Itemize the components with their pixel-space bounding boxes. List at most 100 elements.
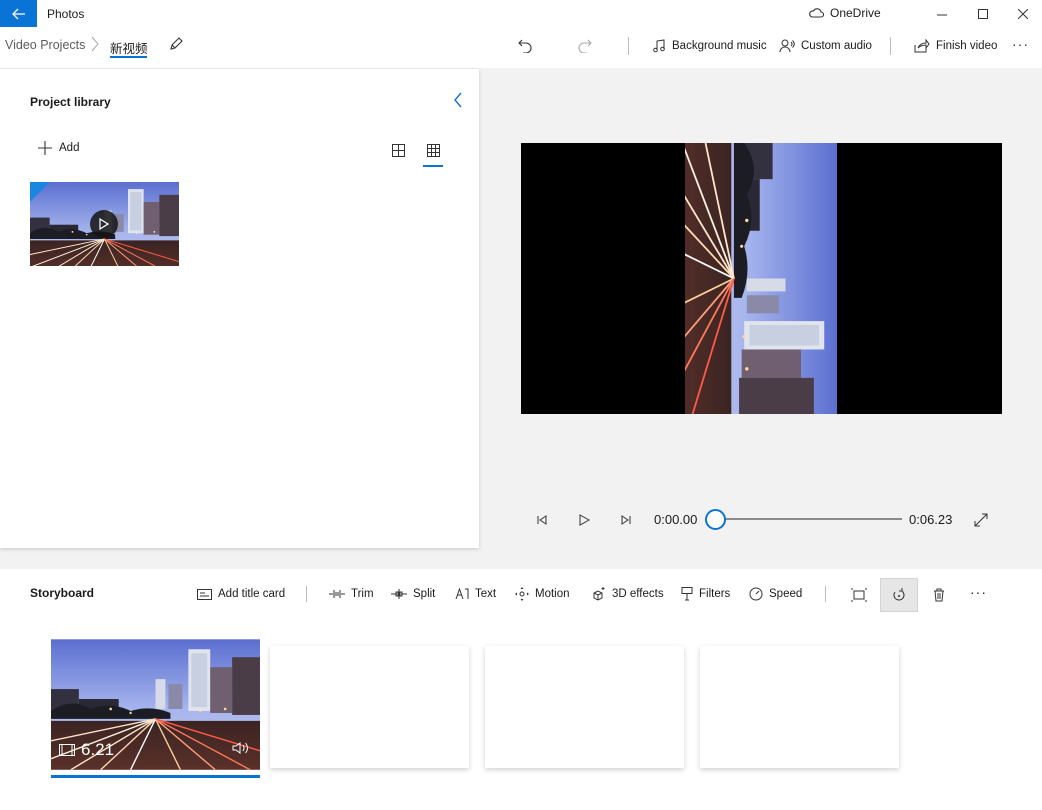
breadcrumb-video-projects[interactable]: Video Projects [5,38,85,52]
rename-button[interactable] [168,36,184,55]
minimize-icon [937,14,947,16]
custom-audio-label: Custom audio [801,40,872,52]
filters-button[interactable]: Filters [681,585,730,603]
close-button[interactable] [1003,0,1042,28]
clip-duration: 6.21 [81,740,115,759]
filter-icon [681,587,693,601]
breadcrumb-current-project[interactable]: 新视频 [110,38,148,57]
onedrive-label: OneDrive [830,6,881,20]
person-audio-icon [779,39,795,53]
minimize-button[interactable] [922,0,962,28]
finish-video-button[interactable]: Finish video [914,36,997,56]
seek-thumb[interactable] [705,509,726,530]
play-icon [579,514,590,526]
playback-controls: 0:00.00 0:06.23 [0,500,1042,540]
arrow-left-icon [11,8,25,19]
add-title-card-button[interactable]: Add title card [197,585,285,603]
share-icon [914,39,930,53]
library-video-thumbnail[interactable] [30,182,179,266]
storyboard-title: Storyboard [30,586,95,600]
video-preview[interactable] [521,143,1002,414]
fullscreen-button[interactable] [970,510,992,530]
storyboard-clip[interactable]: 6.21 [51,639,260,770]
toolbar-divider [628,37,629,55]
delete-button[interactable] [920,578,958,612]
empty-clip-slot[interactable] [270,646,469,768]
storyboard-divider [825,586,826,602]
maximize-button[interactable] [963,0,1003,28]
storyboard-divider [306,586,307,602]
small-grid-icon [426,143,440,157]
play-button[interactable] [573,510,595,530]
more-options-button[interactable]: ··· [1012,36,1029,52]
undo-button[interactable] [514,35,536,57]
redo-button[interactable] [574,35,596,57]
app-title: Photos [47,7,85,21]
3d-effects-label: 3D effects [612,588,664,600]
storyboard-panel: Storyboard Add title card Trim Split Tex… [0,569,1042,810]
project-library-title: Project library [30,95,111,109]
added-to-project-marker [30,182,50,202]
trim-label: Trim [351,588,374,600]
previous-frame-button[interactable] [531,510,553,530]
step-back-icon [537,515,547,525]
custom-audio-button[interactable]: Custom audio [779,36,872,56]
expand-icon [974,513,988,527]
background-music-label: Background music [672,40,767,52]
city-night-rotated [685,143,837,414]
filters-label: Filters [699,588,731,600]
trim-button[interactable]: Trim [329,585,374,603]
finish-video-label: Finish video [936,40,998,52]
small-grid-view-button[interactable] [423,141,443,159]
command-bar: Video Projects 新视频 Background music Cust… [0,28,1042,68]
clip-duration-badge: 6.21 [59,740,114,760]
speed-label: Speed [769,588,803,600]
empty-clip-slot[interactable] [485,646,684,768]
resize-button[interactable] [840,578,878,612]
split-icon [391,589,407,599]
play-preview-button[interactable] [90,210,118,238]
plus-icon [38,141,52,155]
clip-volume-button[interactable] [232,741,250,758]
collapse-library-button[interactable] [453,92,463,111]
text-icon [455,588,469,600]
title-bar: Photos OneDrive [0,0,1042,28]
add-media-button[interactable]: Add [38,141,79,155]
cloud-icon [809,8,824,18]
speedometer-icon [749,587,763,601]
rotated-video-frame [685,143,837,414]
sparkle-cube-icon [593,587,605,601]
motion-button[interactable]: Motion [515,585,570,603]
large-grid-icon [391,143,405,157]
seek-bar[interactable] [716,518,902,520]
large-grid-view-button[interactable] [388,141,408,159]
text-button[interactable]: Text [455,585,496,603]
pencil-icon [170,37,183,50]
split-label: Split [413,588,436,600]
rotate-button[interactable] [880,578,918,612]
music-note-icon [653,39,665,53]
add-title-card-label: Add title card [218,588,286,600]
step-forward-icon [621,515,631,525]
selected-clip-indicator [51,775,260,778]
empty-clip-slot[interactable] [700,646,899,768]
background-music-button[interactable]: Background music [652,36,767,56]
film-icon [59,744,75,756]
title-card-icon [197,588,212,600]
text-label: Text [475,588,497,600]
storyboard-more-button[interactable]: ··· [970,584,987,600]
project-library-panel: Project library Add [0,69,479,548]
current-time: 0:00.00 [654,512,698,527]
onedrive-status[interactable]: OneDrive [808,6,881,20]
chevron-right-icon [91,36,99,52]
redo-icon [578,39,592,53]
split-button[interactable]: Split [391,585,435,603]
back-button[interactable] [0,0,37,27]
breadcrumb-current-indicator [110,56,147,58]
next-frame-button[interactable] [615,510,637,530]
breadcrumb-separator [91,36,99,55]
play-icon [99,218,109,230]
speed-button[interactable]: Speed [749,585,802,603]
rotate-icon [893,588,905,601]
3d-effects-button[interactable]: 3D effects [591,585,664,603]
